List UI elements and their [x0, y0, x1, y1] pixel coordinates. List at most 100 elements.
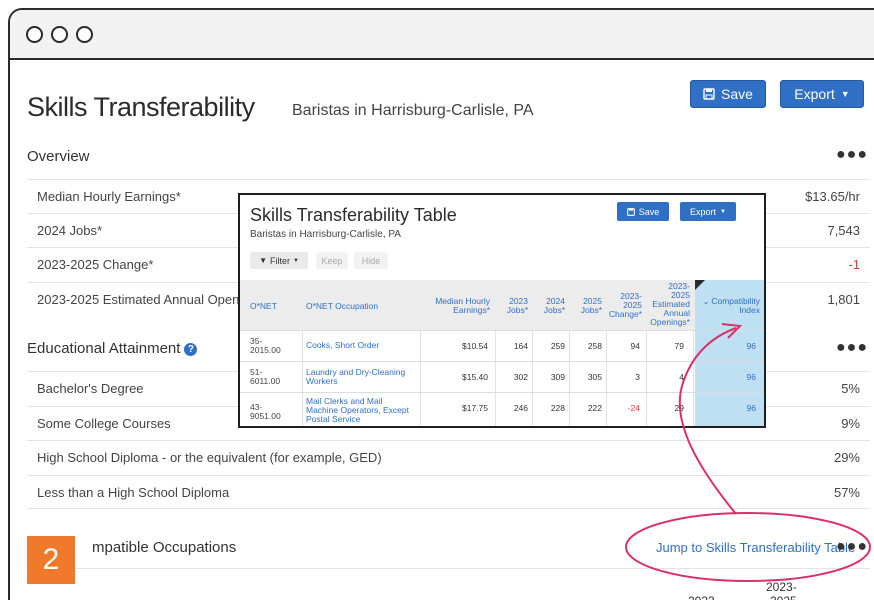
table-row[interactable]: 43- 9051.00 Mail Clerks and Mail Machine… — [240, 392, 764, 424]
openings-cell: 29 — [674, 403, 684, 413]
header-text: Jobs* — [580, 305, 602, 315]
education-title: Educational Attainment? — [27, 340, 198, 357]
caret-down-icon: ▼ — [292, 257, 299, 264]
header-occupation[interactable]: O*NET Occupation — [306, 302, 378, 311]
education-row: High School Diploma - or the equivalent … — [27, 440, 870, 474]
education-title-text: Educational Attainment — [27, 340, 181, 357]
header-2024-jobs[interactable]: 2024 Jobs* — [539, 297, 565, 315]
overlay-export-button[interactable]: Export ▼ — [680, 202, 736, 221]
page-subtitle: Baristas in Harrisburg-Carlisle, PA — [292, 102, 534, 119]
hide-button[interactable]: Hide — [354, 252, 388, 269]
export-button-label: Export — [794, 86, 835, 102]
header-earnings[interactable]: Median Hourly Earnings* — [420, 297, 490, 315]
row-value: 5% — [841, 381, 860, 396]
floppy-disk-icon — [703, 88, 715, 100]
overlay-save-button[interactable]: Save — [617, 202, 669, 221]
table-row[interactable]: 35- 2015.00 Cooks, Short Order $10.54 16… — [240, 330, 764, 361]
header-text: Earnings* — [453, 305, 490, 315]
section-divider — [27, 568, 870, 569]
openings-cell: 79 — [674, 341, 684, 351]
row-value: -1 — [848, 257, 860, 272]
change-cell: 94 — [630, 341, 640, 351]
header-change[interactable]: 2023- 2025 Change* — [606, 292, 642, 319]
info-icon[interactable]: ? — [184, 342, 198, 356]
earnings-cell: $10.54 — [462, 341, 488, 351]
header-onet[interactable]: O*NET — [250, 302, 277, 311]
more-options-icon[interactable]: ●●● — [836, 538, 868, 556]
jobs-2025-cell: 222 — [587, 403, 602, 413]
row-label: Bachelor's Degree — [37, 381, 144, 396]
code-text: 2015.00 — [250, 345, 281, 355]
occupation-link[interactable]: Laundry and Dry-Cleaning Workers — [306, 368, 405, 386]
onet-code: 51- 6011.00 — [250, 368, 280, 386]
row-label: Less than a High School Diploma — [37, 484, 230, 500]
header-text: Jobs* — [543, 305, 565, 315]
header-2023-jobs[interactable]: 2023 Jobs* — [502, 297, 528, 315]
jobs-2023-cell: 302 — [513, 372, 528, 382]
row-value: 7,543 — [827, 223, 860, 238]
openings-cell: 4 — [679, 372, 684, 382]
window-titlebar — [10, 10, 874, 60]
jobs-2025-cell: 258 — [587, 341, 602, 351]
code-text: 6011.00 — [250, 376, 281, 386]
chevron-down-icon: ⌄ — [702, 297, 710, 306]
row-label: 2023-2025 Change* — [37, 257, 154, 272]
header-openings[interactable]: 2023- 2025 Estimated Annual Openings* — [648, 282, 690, 327]
jobs-2024-cell: 259 — [550, 341, 565, 351]
row-value: $13.65/hr — [805, 189, 860, 204]
window-control-dot-icon[interactable] — [51, 25, 68, 43]
header-text: Index — [739, 305, 760, 315]
keep-button[interactable]: Keep — [316, 252, 348, 269]
overlay-save-label: Save — [638, 206, 660, 217]
compatibility-cell: 96 — [746, 341, 756, 351]
overlay-subtitle: Baristas in Harrisburg-Carlisle, PA — [250, 229, 401, 240]
overlay-title: Skills Transferability Table — [250, 205, 457, 225]
save-button[interactable]: Save — [690, 80, 766, 108]
partial-header: 2023 — [688, 594, 715, 600]
partial-header: 2025 — [770, 594, 797, 600]
earnings-cell: $17.75 — [462, 403, 488, 413]
jobs-2023-cell: 164 — [513, 341, 528, 351]
table-row[interactable]: 51- 6011.00 Laundry and Dry-Cleaning Wor… — [240, 361, 764, 392]
overlay-export-label: Export — [690, 206, 717, 217]
occupation-link[interactable]: Mail Clerks and Mail Machine Operators, … — [306, 397, 409, 424]
skills-table-zoom-overlay: Skills Transferability Table Baristas in… — [238, 193, 766, 428]
jobs-2024-cell: 228 — [550, 403, 565, 413]
funnel-icon: ▼ — [259, 256, 267, 265]
header-text: Jobs* — [506, 305, 528, 315]
earnings-cell: $15.40 — [462, 372, 488, 382]
row-label: Some College Courses — [37, 416, 171, 431]
filter-button[interactable]: ▼ Filter ▼ — [250, 252, 308, 269]
window-control-dot-icon[interactable] — [26, 25, 43, 43]
jobs-2025-cell: 305 — [587, 372, 602, 382]
partial-header: 2023- — [766, 580, 797, 594]
header-compatibility[interactable]: ⌄ Compatibility Index — [698, 297, 760, 315]
page-title: Skills Transferability — [27, 92, 255, 122]
row-label: 2024 Jobs* — [37, 223, 103, 238]
sort-corner-icon — [695, 280, 705, 290]
row-label: 2023-2025 Estimated Annual Openin — [37, 292, 250, 307]
occupation-text: Postal Service — [306, 414, 361, 424]
jump-to-table-link[interactable]: Jump to Skills Transferability Table — [656, 540, 855, 555]
compatibility-cell: 96 — [746, 372, 756, 382]
more-options-icon[interactable]: ●●● — [836, 146, 868, 164]
overview-title: Overview — [27, 148, 90, 165]
caret-down-icon: ▼ — [840, 89, 850, 99]
education-row: Less than a High School Diploma 57% — [27, 475, 870, 509]
code-text: 9051.00 — [250, 411, 281, 421]
export-button[interactable]: Export ▼ — [780, 80, 864, 108]
header-text: Change* — [608, 309, 642, 319]
row-value: 1,801 — [827, 292, 860, 307]
onet-code: 43- 9051.00 — [250, 403, 281, 421]
row-value: 29% — [833, 450, 860, 465]
window-control-dot-icon[interactable] — [76, 25, 93, 43]
more-options-icon[interactable]: ●●● — [836, 339, 868, 357]
occupation-text: Workers — [306, 376, 338, 386]
row-label: Median Hourly Earnings* — [37, 189, 181, 204]
jobs-2023-cell: 246 — [513, 403, 528, 413]
occupation-text: Cooks, Short Order — [306, 340, 380, 350]
change-cell: -24 — [627, 403, 640, 413]
header-2025-jobs[interactable]: 2025 Jobs* — [576, 297, 602, 315]
onet-code: 35- 2015.00 — [250, 337, 281, 355]
occupation-link[interactable]: Cooks, Short Order — [306, 341, 379, 350]
